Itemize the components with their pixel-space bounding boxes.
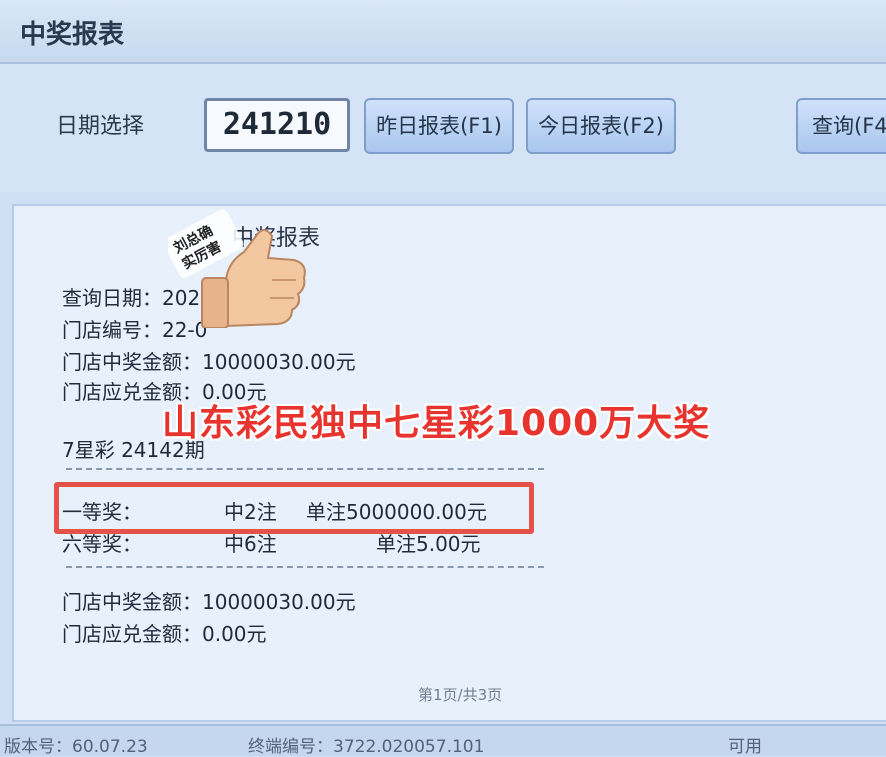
date-label: 日期选择	[56, 114, 145, 139]
terminal-number: 终端编号：3722.020057.101	[248, 737, 485, 757]
summary-win-amount: 门店中奖金额：10000030.00元	[62, 590, 356, 614]
page-indicator: 第1页/共3页	[418, 686, 503, 704]
date-input[interactable]: 241210	[204, 98, 350, 152]
highlight-box	[54, 482, 534, 534]
report-panel: 中奖报表 查询日期：202 门店编号：22-0 门店中奖金额：10000030.…	[12, 204, 886, 722]
store-win-amount: 门店中奖金额：10000030.00元	[62, 350, 356, 374]
today-report-button[interactable]: 今日报表(F2)	[526, 98, 676, 154]
thumbs-up-sticker: 刘总确 实厉害	[168, 209, 306, 328]
status-text: 可用	[728, 737, 762, 757]
window-title: 中奖报表	[20, 20, 125, 50]
divider	[66, 468, 544, 470]
query-button[interactable]: 查询(F4)	[796, 98, 886, 154]
version-text: 版本号：60.07.23	[4, 737, 148, 757]
toolbar: 日期选择 241210 昨日报表(F1) 今日报表(F2) 查询(F4)	[0, 64, 886, 192]
headline-banner: 山东彩民独中七星彩1000万大奖	[162, 403, 711, 444]
divider	[66, 566, 544, 568]
window-titlebar: 中奖报表	[0, 0, 886, 64]
yesterday-report-button[interactable]: 昨日报表(F1)	[364, 98, 514, 154]
status-bar: 版本号：60.07.23 终端编号：3722.020057.101 可用	[0, 724, 886, 757]
summary-payable-amount: 门店应兑金额：0.00元	[62, 622, 267, 646]
